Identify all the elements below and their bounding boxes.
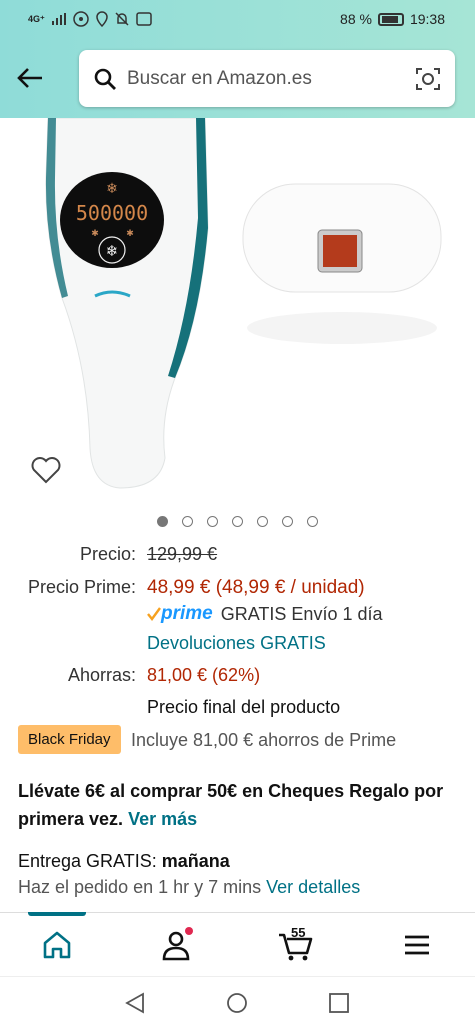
bottom-nav: 55 xyxy=(0,912,475,976)
ahorras-label: Ahorras: xyxy=(67,665,136,685)
active-tab-indicator xyxy=(28,912,86,916)
prime-price-block: 48,99 € (48,99 € / unidad) xyxy=(147,577,365,599)
home-icon[interactable] xyxy=(39,927,75,963)
delivery-label: Entrega GRATIS: xyxy=(18,851,157,871)
battery-percent: 88 % xyxy=(340,11,372,27)
system-home-icon[interactable] xyxy=(226,992,248,1014)
app-header: Buscar en Amazon.es xyxy=(0,40,475,118)
black-friday-badge: Black Friday xyxy=(18,725,121,754)
mute-icon xyxy=(115,12,129,26)
search-bar[interactable]: Buscar en Amazon.es xyxy=(79,50,455,107)
promo-link[interactable]: Ver más xyxy=(128,809,197,829)
status-icons-left: 4G⁺ xyxy=(28,11,152,27)
svg-text:❄: ❄ xyxy=(106,242,119,260)
back-arrow-icon[interactable] xyxy=(14,62,46,94)
system-back-icon[interactable] xyxy=(124,992,146,1014)
prime-price: 48,99 € xyxy=(147,577,211,598)
prime-shipping-row: prime GRATIS Envío 1 día xyxy=(147,603,383,625)
wifi-hotspot-icon xyxy=(73,11,89,27)
carousel-dot[interactable] xyxy=(257,516,268,527)
carousel-dot[interactable] xyxy=(282,516,293,527)
carousel-dot[interactable] xyxy=(232,516,243,527)
wishlist-heart-icon[interactable] xyxy=(30,454,62,486)
cart-button[interactable]: 55 xyxy=(277,925,317,963)
status-icons-right: 88 % 19:38 xyxy=(340,11,445,27)
carousel-dot[interactable] xyxy=(207,516,218,527)
product-image-carousel[interactable]: ❄ 500000 ✱ ✱ ❄ xyxy=(0,118,475,508)
shipping-text: GRATIS Envío 1 día xyxy=(220,603,383,624)
system-nav-bar xyxy=(0,976,475,1029)
unit-price: (48,99 € / unidad) xyxy=(215,577,365,598)
menu-icon[interactable] xyxy=(399,927,435,963)
final-price-note: Precio final del producto xyxy=(147,697,341,717)
system-recents-icon[interactable] xyxy=(328,992,350,1014)
product-image: ❄ 500000 ✱ ✱ ❄ xyxy=(45,118,442,489)
device-display: 500000 xyxy=(76,201,148,225)
returns-link[interactable]: Devoluciones GRATIS xyxy=(147,633,326,654)
network-indicator: 4G⁺ xyxy=(28,13,45,24)
camera-search-icon[interactable] xyxy=(415,66,441,92)
precio-label: Precio: xyxy=(79,544,136,564)
search-input[interactable]: Buscar en Amazon.es xyxy=(127,68,415,90)
signal-icon xyxy=(51,13,66,25)
deal-text: Incluye 81,00 € ahorros de Prime xyxy=(131,730,397,750)
status-bar: 4G⁺ 88 % 19:38 xyxy=(0,0,475,40)
prime-price-label: Precio Prime: xyxy=(27,577,136,597)
svg-text:❄: ❄ xyxy=(106,181,118,197)
savings-value: 81,00 € (62%) xyxy=(147,665,261,685)
account-icon[interactable] xyxy=(158,927,194,963)
prime-logo: prime xyxy=(147,603,213,625)
delivery-day: mañana xyxy=(161,851,230,871)
cart-count: 55 xyxy=(291,925,306,940)
svg-text:✱: ✱ xyxy=(91,229,99,239)
carousel-dot[interactable] xyxy=(182,516,193,527)
carousel-dot[interactable] xyxy=(157,516,168,527)
gift-card-promo: Llévate 6€ al comprar 50€ en Cheques Reg… xyxy=(18,777,458,833)
battery-icon xyxy=(377,12,404,26)
carousel-dot[interactable] xyxy=(307,516,318,527)
prime-check-icon xyxy=(147,607,161,621)
promo-text: Llévate 6€ al comprar 50€ en Cheques Reg… xyxy=(18,781,444,829)
delivery-countdown: Haz el pedido en 1 hr y 7 mins Ver detal… xyxy=(18,877,360,898)
clock: 19:38 xyxy=(409,11,445,27)
order-deadline: Haz el pedido en 1 hr y 7 mins xyxy=(18,877,262,897)
details-link[interactable]: Ver detalles xyxy=(266,877,360,897)
nfc-icon xyxy=(136,12,152,26)
delivery-row: Entrega GRATIS: mañana xyxy=(18,851,230,872)
list-price: 129,99 € xyxy=(147,544,218,564)
location-icon xyxy=(96,11,108,27)
search-icon xyxy=(94,68,116,90)
carousel-indicator xyxy=(0,516,475,527)
svg-text:✱: ✱ xyxy=(126,229,134,239)
